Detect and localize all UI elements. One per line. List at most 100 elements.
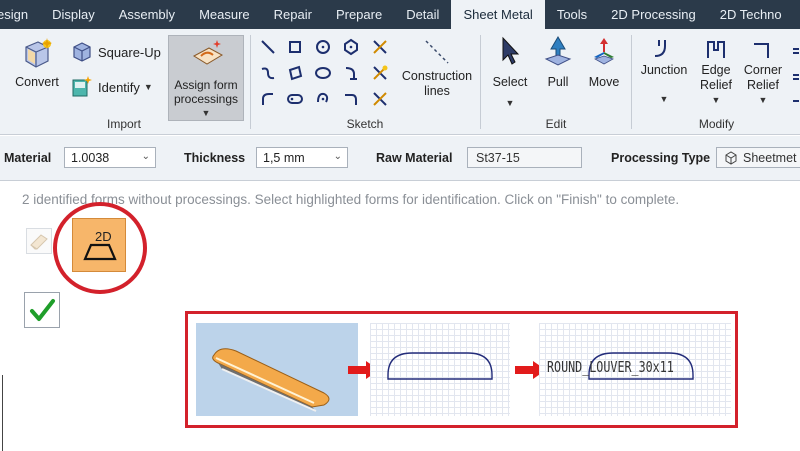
edge-relief-button[interactable]: Edge Relief ▼ <box>691 35 741 108</box>
move-label: Move <box>588 75 620 89</box>
properties-bar: Material 1.0038 ⌄ Thickness 1,5 mm ⌄ Raw… <box>0 136 800 181</box>
ellipse-icon[interactable] <box>313 63 333 83</box>
line-icon[interactable] <box>258 37 278 57</box>
circle-icon[interactable] <box>313 37 333 57</box>
rectangle-icon[interactable] <box>285 37 305 57</box>
square-up-icon <box>73 42 91 62</box>
tab-repair[interactable]: Repair <box>262 0 324 29</box>
junction-icon <box>647 35 681 63</box>
square-up-label: Square-Up <box>98 44 161 60</box>
trim-icon[interactable] <box>370 37 390 57</box>
2d-outline-panel <box>370 323 510 416</box>
highlight-circle <box>53 202 147 294</box>
corner-relief-icon <box>746 35 780 63</box>
fillet-icon[interactable] <box>341 89 361 109</box>
identify-icon <box>72 76 92 97</box>
pull-icon <box>541 35 575 69</box>
modify-group: Junction ▼ Edge Relief ▼ Corner Relief ▼ <box>633 29 800 135</box>
arc-tangent-icon[interactable] <box>370 89 390 109</box>
processing-type-label: Processing Type <box>611 151 711 165</box>
edit-group-label: Edit <box>545 117 567 131</box>
edge-relief-label: Edge Relief <box>700 63 732 92</box>
ribbon: Convert Square-Up Identify ▼ Assign form… <box>0 29 800 135</box>
tab-display[interactable]: Display <box>40 0 107 29</box>
slot-icon[interactable] <box>285 89 305 109</box>
construction-lines-icon <box>420 35 454 69</box>
raw-material-field[interactable]: St37-15 <box>467 147 582 168</box>
select-dropdown-icon[interactable]: ▼ <box>506 96 515 111</box>
edge-relief-dropdown-icon[interactable]: ▼ <box>712 93 721 108</box>
ribbon-separator <box>631 35 632 129</box>
modify-group-label: Modify <box>698 117 735 131</box>
louver-outline-icon <box>387 352 493 380</box>
junction-button[interactable]: Junction ▼ <box>635 35 693 107</box>
convert-label: Convert <box>15 75 59 89</box>
import-group: Convert Square-Up Identify ▼ Assign form… <box>0 29 248 135</box>
junction-label: Junction <box>640 63 688 77</box>
tab-measure[interactable]: Measure <box>187 0 262 29</box>
material-label: Material <box>4 151 52 165</box>
identify-dropdown-icon[interactable]: ▼ <box>144 82 153 92</box>
processing-type-selector[interactable]: Sheetmet <box>716 147 800 168</box>
thickness-label: Thickness <box>184 151 246 165</box>
identified-form-slot[interactable] <box>26 228 52 254</box>
2d-labeled-panel: ROUND_LOUVER_30x11 <box>539 323 731 416</box>
processing-type-value: Sheetmet <box>743 150 797 165</box>
app-window: esign Display Assembly Measure Repair Pr… <box>0 0 800 451</box>
corner-relief-dropdown-icon[interactable]: ▼ <box>759 93 768 108</box>
sketch-group-label: Sketch <box>346 117 384 131</box>
ribbon-separator <box>250 35 251 129</box>
tab-design[interactable]: esign <box>0 0 40 29</box>
identify-button[interactable]: Identify ▼ <box>70 75 153 99</box>
corner-relief-button[interactable]: Corner Relief ▼ <box>739 35 787 108</box>
tab-2d-processing[interactable]: 2D Processing <box>599 0 708 29</box>
processing-name-label: ROUND_LOUVER_30x11 <box>547 358 674 376</box>
ribbon-tab-bar: esign Display Assembly Measure Repair Pr… <box>0 0 800 29</box>
rectangle3pt-icon[interactable] <box>285 63 305 83</box>
thickness-value: 1,5 mm <box>263 150 305 165</box>
construction-lines-label: Construction lines <box>401 69 473 98</box>
tab-sheet-metal[interactable]: Sheet Metal <box>451 0 545 29</box>
arc-icon[interactable] <box>258 89 278 109</box>
pull-label: Pull <box>547 75 569 89</box>
edit-group: Select ▼ Pull Move Edit <box>482 29 630 135</box>
tab-assembly[interactable]: Assembly <box>107 0 187 29</box>
tab-detail[interactable]: Detail <box>394 0 451 29</box>
louver-3d-icon <box>212 348 330 412</box>
square-up-button[interactable]: Square-Up <box>70 41 161 63</box>
material-value: 1.0038 <box>71 150 110 165</box>
checkmark-icon <box>30 299 55 321</box>
tab-prepare[interactable]: Prepare <box>324 0 394 29</box>
thickness-select[interactable]: 1,5 mm ⌄ <box>256 147 348 168</box>
corner-relief-label: Corner Relief <box>743 63 783 92</box>
construction-lines-button[interactable]: Construction lines <box>398 35 476 99</box>
import-group-label: Import <box>106 117 141 131</box>
form-placeholder-icon <box>30 234 48 250</box>
assign-form-icon <box>191 38 225 68</box>
pull-button[interactable]: Pull <box>536 35 580 90</box>
polygon-icon[interactable] <box>341 37 361 57</box>
select-label: Select <box>492 75 528 89</box>
spline-icon[interactable] <box>258 63 278 83</box>
raw-material-label: Raw Material <box>376 151 453 165</box>
convert-icon <box>20 37 54 71</box>
move-icon <box>587 35 621 69</box>
move-button[interactable]: Move <box>582 35 626 90</box>
convert-button[interactable]: Convert <box>12 37 62 90</box>
chevron-down-icon: ⌄ <box>141 151 150 162</box>
select-cursor-icon <box>493 35 527 69</box>
offset-icon[interactable] <box>341 63 361 83</box>
assign-form-processings-button[interactable]: Assign form processings ▼ <box>168 35 244 121</box>
assign-form-processings-label: Assign form processings <box>173 78 239 106</box>
tab-tools[interactable]: Tools <box>545 0 599 29</box>
sketch-group: Construction lines Sketch <box>252 29 478 135</box>
modify-overflow-tools[interactable] <box>791 37 800 117</box>
select-button[interactable]: Select ▼ <box>488 35 532 111</box>
finish-button[interactable] <box>24 292 60 328</box>
split-icon[interactable] <box>370 63 390 83</box>
raw-material-value: St37-15 <box>476 150 520 165</box>
tab-2d-techno[interactable]: 2D Techno <box>708 0 794 29</box>
material-select[interactable]: 1.0038 ⌄ <box>64 147 156 168</box>
junction-dropdown-icon[interactable]: ▼ <box>660 92 669 107</box>
arc3pt-icon[interactable] <box>313 89 333 109</box>
